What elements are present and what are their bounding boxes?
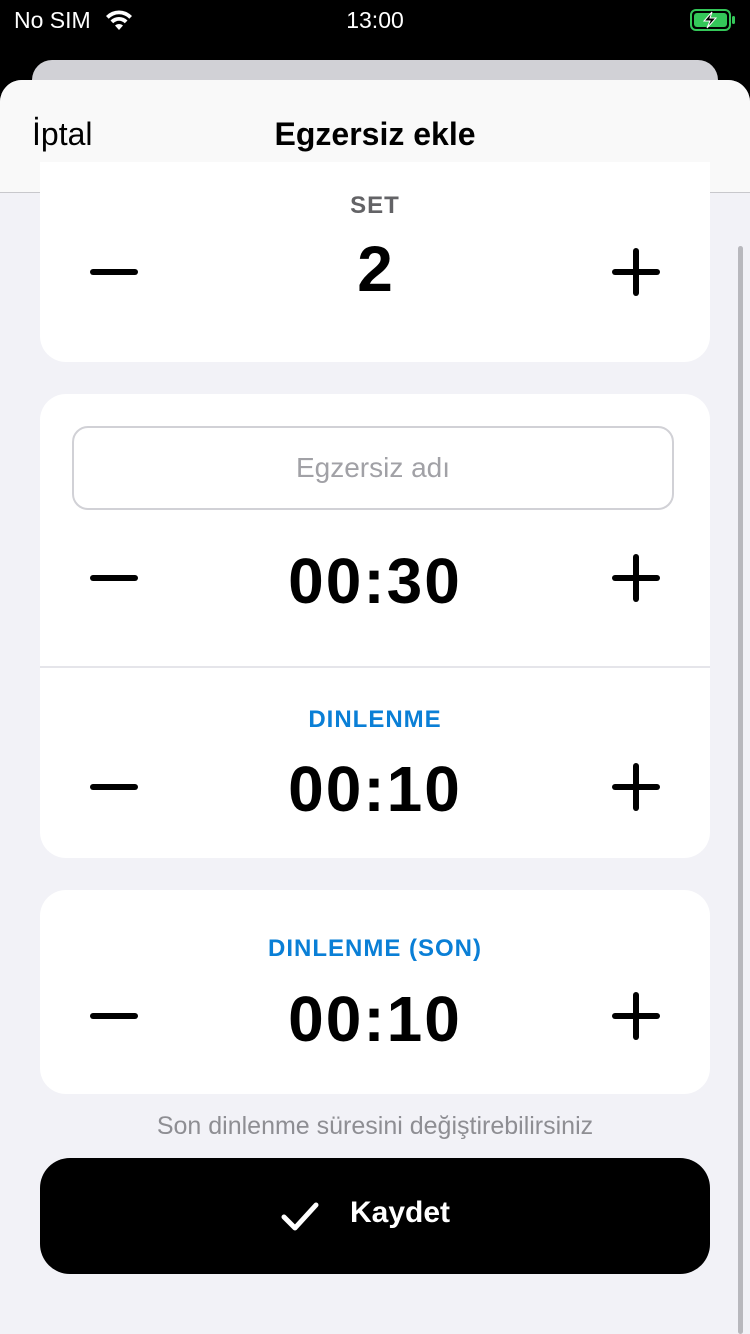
- set-card: SET 2: [40, 162, 710, 362]
- last-rest-plus-button[interactable]: [606, 986, 666, 1046]
- duration-plus-button[interactable]: [606, 548, 666, 608]
- status-bar: No SIM 13:00: [0, 0, 750, 42]
- checkmark-icon: [281, 1202, 319, 1231]
- add-exercise-sheet: İptal Egzersiz ekle SET 2 00:30 DINLENME: [0, 80, 750, 1334]
- rest-label: DINLENME: [308, 706, 442, 733]
- set-label: SET: [350, 192, 400, 219]
- last-rest-label: DINLENME (SON): [268, 935, 482, 962]
- battery-charging-icon: [690, 9, 735, 31]
- page-title: Egzersiz ekle: [274, 116, 476, 152]
- set-plus-button[interactable]: [606, 242, 666, 302]
- rest-plus-button[interactable]: [606, 757, 666, 817]
- hint-text: Son dinlenme süresini değiştirebilirsini…: [156, 1112, 594, 1140]
- divider: [40, 666, 710, 668]
- exercise-name-input[interactable]: [72, 426, 674, 510]
- save-button[interactable]: Kaydet: [40, 1158, 710, 1274]
- screen: No SIM 13:00 İptal Egzersiz ekle SET 2 E…: [0, 0, 750, 1334]
- last-rest-card: DINLENME (SON) 00:10: [40, 890, 710, 1094]
- clock: 13:00: [346, 7, 404, 33]
- scrollbar[interactable]: [738, 246, 743, 1334]
- exercise-card: 00:30 DINLENME 00:10: [40, 394, 710, 858]
- save-button-label: Kaydet: [350, 1196, 451, 1229]
